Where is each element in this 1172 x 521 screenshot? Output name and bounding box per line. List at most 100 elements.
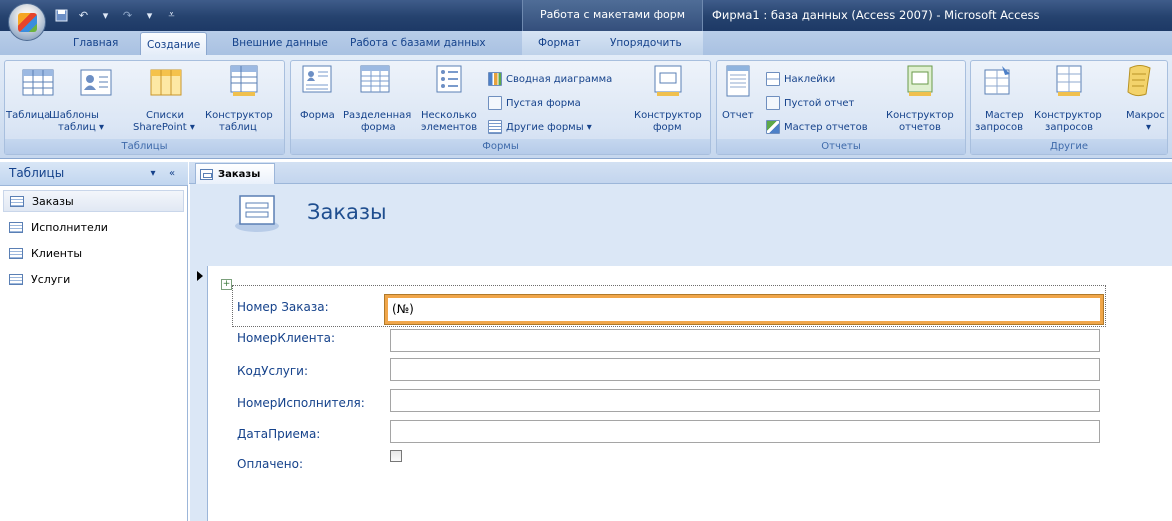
multiple-items-button-line2[interactable]: элементов: [421, 122, 477, 134]
form-header-icon: [232, 192, 282, 234]
query-wizard-icon: [982, 64, 1014, 95]
document-tab-label: Заказы: [218, 168, 261, 180]
group-tables-label: Таблицы: [5, 139, 284, 154]
label-service-code: КодУслуги:: [237, 364, 308, 378]
report-icon: [722, 64, 754, 97]
labels-button[interactable]: Наклейки: [766, 72, 835, 86]
form-button[interactable]: Форма: [300, 110, 335, 122]
customize-qat-icon[interactable]: ⩡: [164, 8, 179, 23]
table-icon: [10, 195, 24, 207]
tab-create[interactable]: Создание: [140, 32, 208, 56]
order-number-field[interactable]: (№): [384, 294, 1104, 325]
nav-item-orders[interactable]: Заказы: [3, 190, 184, 212]
other-forms-button[interactable]: Другие формы ▾: [488, 120, 592, 134]
sharepoint-lists-button[interactable]: Списки: [146, 110, 184, 122]
tab-database-tools[interactable]: Работа с базами данных: [350, 31, 486, 55]
split-form-button[interactable]: Разделенная: [343, 110, 411, 122]
client-number-field[interactable]: [390, 329, 1100, 352]
blank-form-icon: [488, 96, 502, 110]
label-order-number: Номер Заказа:: [237, 300, 329, 314]
report-button[interactable]: Отчет: [722, 110, 754, 122]
context-tab-title: Работа с макетами форм: [522, 0, 703, 31]
query-wizard-button[interactable]: Мастер: [985, 110, 1024, 122]
table-templates-icon: [80, 68, 112, 98]
other-forms-icon: [488, 120, 502, 134]
table-icon: [9, 221, 23, 233]
blank-report-label: Пустой отчет: [784, 97, 855, 109]
table-designer-button-line2[interactable]: таблиц: [219, 122, 257, 134]
nav-collapse-icon[interactable]: «: [164, 166, 180, 181]
table-designer-button[interactable]: Конструктор: [205, 110, 273, 122]
undo-dropdown-icon[interactable]: ▾: [98, 8, 113, 23]
query-designer-button-line2[interactable]: запросов: [1045, 122, 1093, 134]
label-receive-date: ДатаПриема:: [237, 427, 321, 441]
blank-report-button[interactable]: Пустой отчет: [766, 96, 854, 110]
nav-dropdown-icon[interactable]: ▾: [145, 166, 161, 181]
blank-form-label: Пустая форма: [506, 97, 581, 109]
undo-icon[interactable]: ↶: [76, 8, 91, 23]
pivot-chart-button[interactable]: Сводная диаграмма: [488, 72, 612, 86]
performer-number-field[interactable]: [390, 389, 1100, 412]
table-icon: [9, 247, 23, 259]
sharepoint-lists-icon: [150, 68, 182, 98]
save-icon[interactable]: [54, 8, 69, 23]
form-icon: [301, 64, 333, 94]
office-button[interactable]: [8, 3, 46, 41]
table-designer-icon: [228, 64, 260, 96]
tab-home[interactable]: Главная: [73, 31, 118, 55]
form-designer-button[interactable]: Конструктор: [634, 110, 702, 122]
nav-item-label: Исполнители: [31, 220, 108, 234]
nav-item-label: Заказы: [32, 194, 74, 208]
macro-dropdown-icon[interactable]: ▾: [1146, 122, 1151, 134]
multiple-items-button[interactable]: Несколько: [421, 110, 477, 122]
form-designer-button-line2[interactable]: форм: [653, 122, 682, 134]
report-wizard-button[interactable]: Мастер отчетов: [766, 120, 868, 134]
blank-form-button[interactable]: Пустая форма: [488, 96, 581, 110]
receive-date-field[interactable]: [390, 420, 1100, 443]
service-code-field[interactable]: [390, 358, 1100, 381]
labels-label: Наклейки: [784, 73, 836, 85]
split-form-button-line2[interactable]: форма: [361, 122, 396, 134]
nav-item-performers[interactable]: Исполнители: [3, 216, 184, 238]
redo-dropdown-icon[interactable]: ▾: [142, 8, 157, 23]
table-templates-button[interactable]: Шаблоны: [49, 110, 99, 122]
redo-icon[interactable]: ↷: [120, 8, 135, 23]
label-paid: Оплачено:: [237, 457, 304, 471]
report-designer-button[interactable]: Конструктор: [886, 110, 954, 122]
report-designer-button-line2[interactable]: отчетов: [899, 122, 941, 134]
form-icon: [200, 168, 213, 180]
blank-report-icon: [766, 96, 780, 110]
other-forms-label: Другие формы ▾: [506, 121, 592, 133]
label-client-number: НомерКлиента:: [237, 331, 336, 345]
document-tab-orders[interactable]: Заказы: [195, 163, 275, 184]
nav-item-clients[interactable]: Клиенты: [3, 242, 184, 264]
nav-item-services[interactable]: Услуги: [3, 268, 184, 290]
query-wizard-button-line2[interactable]: запросов: [975, 122, 1023, 134]
current-record-arrow-icon: [197, 271, 203, 281]
tab-format[interactable]: Формат: [538, 31, 581, 55]
query-designer-button[interactable]: Конструктор: [1034, 110, 1102, 122]
paid-checkbox[interactable]: [390, 450, 402, 462]
report-wizard-label: Мастер отчетов: [784, 121, 868, 133]
form-title: Заказы: [307, 200, 387, 224]
report-designer-icon: [904, 64, 936, 96]
tab-arrange[interactable]: Упорядочить: [610, 31, 682, 55]
pivot-chart-icon: [488, 72, 502, 86]
layout-move-handle-icon[interactable]: +: [221, 279, 232, 290]
nav-pane-title: Таблицы: [9, 166, 65, 180]
sharepoint-lists-button-line2[interactable]: SharePoint ▾: [133, 122, 195, 134]
table-templates-button-line2[interactable]: таблиц ▾: [58, 122, 104, 134]
window-title: Фирма1 : база данных (Access 2007) - Mic…: [712, 8, 1040, 22]
table-icon: [22, 68, 54, 98]
quick-access-toolbar: ↶ ▾ ↷ ▾ ⩡: [54, 6, 179, 24]
ribbon-tabs: Главная Создание Внешние данные Работа с…: [0, 31, 1172, 56]
tab-external-data[interactable]: Внешние данные: [232, 31, 328, 55]
multiple-items-icon: [433, 64, 465, 94]
macro-button[interactable]: Макрос: [1126, 110, 1165, 122]
nav-item-label: Клиенты: [31, 246, 83, 260]
table-button[interactable]: Таблица: [6, 110, 50, 122]
report-wizard-icon: [766, 120, 780, 134]
labels-icon: [766, 72, 780, 86]
group-other-label: Другие: [971, 139, 1167, 154]
record-selector[interactable]: [190, 266, 208, 521]
